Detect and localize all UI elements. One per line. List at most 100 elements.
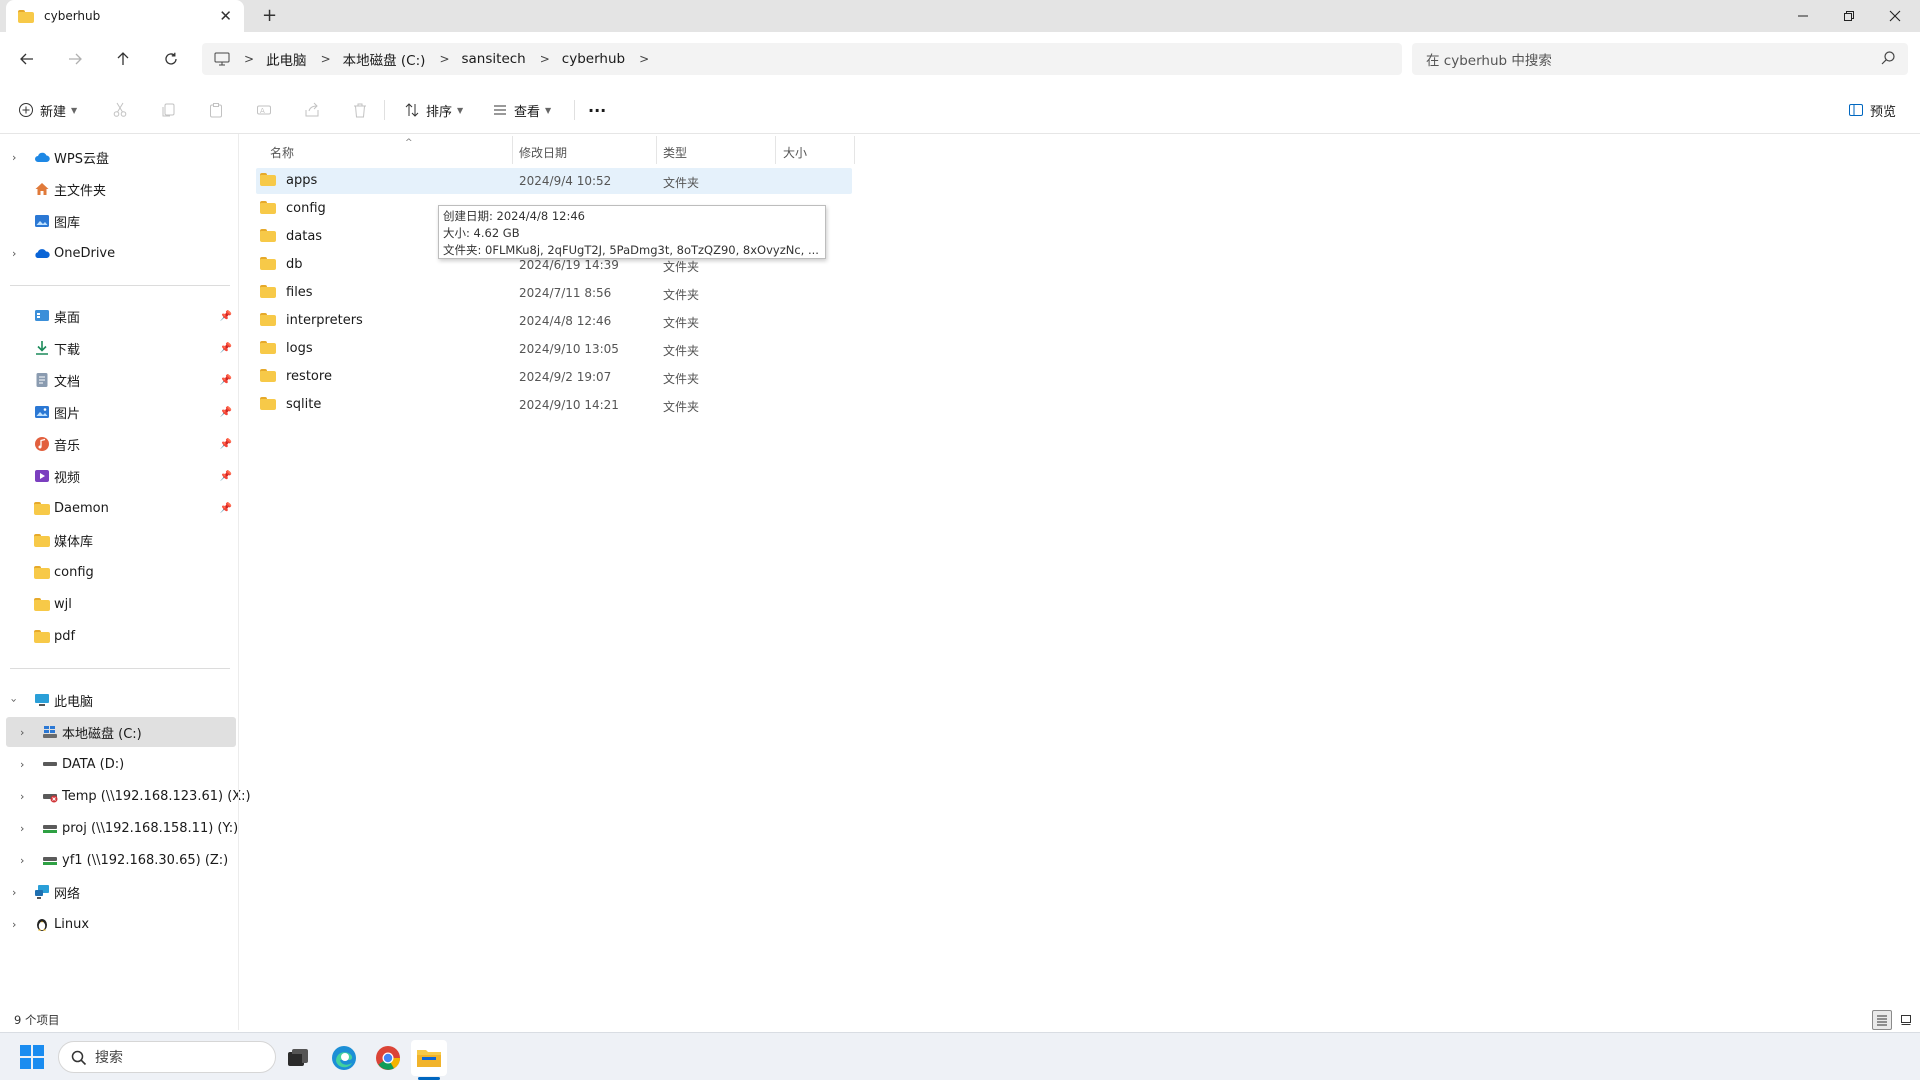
sidebar-item-pdf[interactable]: pdf [6,621,236,651]
file-row-logs[interactable]: logs 2024/9/10 13:05 文件夹 [256,336,852,362]
file-row-files[interactable]: files 2024/7/11 8:56 文件夹 [256,280,852,306]
sidebar-item-music[interactable]: 音乐 📌 [6,429,236,459]
column-header-name[interactable]: ^ 名称 [270,138,498,164]
arrow-right-icon [69,53,82,65]
chevron-right-icon[interactable]: > [639,52,649,66]
close-window-button[interactable] [1872,3,1918,29]
task-view-button[interactable] [280,1040,316,1076]
rename-button[interactable]: A [256,98,272,122]
address-bar[interactable]: > 此电脑 > 本地磁盘 (C:) > sansitech > cyberhub… [202,43,1402,75]
sidebar-item-drive-y[interactable]: › proj (\\192.168.158.11) (Y:) [6,813,238,843]
pin-icon[interactable]: 📌 [220,471,232,482]
chevron-right-icon[interactable]: › [12,247,16,260]
sidebar-item-pictures[interactable]: 图片 📌 [6,397,236,427]
sidebar-item-drive-z[interactable]: › yf1 (\\192.168.30.65) (Z:) [6,845,236,875]
breadcrumb-cyberhub[interactable]: cyberhub [562,51,625,67]
sidebar-item-network[interactable]: › 网络 [6,877,236,907]
taskbar-search[interactable]: 搜索 [58,1041,276,1073]
sidebar-item-onedrive[interactable]: › OneDrive [6,238,236,268]
new-button[interactable]: 新建 ▼ [18,98,77,122]
sidebar-item-documents[interactable]: 文档 📌 [6,365,236,395]
sort-button[interactable]: 排序 ▼ [404,98,463,122]
column-divider[interactable] [656,136,657,164]
sidebar-item-drive-d[interactable]: › DATA (D:) [6,749,236,779]
breadcrumb-local-disk[interactable]: 本地磁盘 (C:) [343,49,426,69]
chevron-right-icon[interactable]: > [321,52,331,66]
column-divider[interactable] [775,136,776,164]
chevron-right-icon[interactable]: › [12,151,16,164]
copy-icon [162,103,175,117]
delete-button[interactable] [352,98,368,122]
refresh-button[interactable] [158,46,184,72]
more-options-button[interactable]: ··· [588,98,606,122]
chevron-right-icon[interactable]: > [540,52,550,66]
pane-divider[interactable] [238,134,239,1030]
sidebar-item-desktop[interactable]: 桌面 📌 [6,301,236,331]
forward-button[interactable] [62,46,88,72]
chrome-app[interactable] [370,1040,406,1076]
sidebar-item-gallery[interactable]: 图库 [6,206,236,236]
pin-icon[interactable]: 📌 [220,439,232,450]
tab-close-button[interactable]: ✕ [219,7,232,25]
file-row-restore[interactable]: restore 2024/9/2 19:07 文件夹 [256,364,852,390]
sidebar-item-linux[interactable]: › Linux [6,909,236,939]
chevron-down-icon[interactable]: › [8,698,21,702]
share-button[interactable] [304,98,320,122]
sidebar-item-wps-cloud[interactable]: › WPS云盘 [6,142,236,172]
sidebar-item-label: Daemon [54,500,109,516]
sidebar-item-daemon[interactable]: Daemon 📌 [6,493,236,523]
tab-cyberhub[interactable]: cyberhub ✕ [6,0,244,32]
file-row-apps[interactable]: apps 2024/9/4 10:52 文件夹 [256,168,852,194]
sidebar-item-videos[interactable]: 视频 📌 [6,461,236,491]
sidebar-item-config[interactable]: config [6,557,236,587]
pin-icon[interactable]: 📌 [220,311,232,322]
pin-icon[interactable]: 📌 [220,407,232,418]
new-tab-button[interactable]: + [262,5,277,26]
chevron-right-icon[interactable]: › [20,854,24,867]
column-header-type[interactable]: 类型 [663,140,775,164]
chevron-right-icon[interactable]: > [439,52,449,66]
sidebar-item-downloads[interactable]: 下载 📌 [6,333,236,363]
chevron-right-icon[interactable]: › [20,790,24,803]
file-explorer-icon [417,1050,441,1067]
file-date: 2024/9/10 13:05 [519,342,619,356]
sidebar-item-media-library[interactable]: 媒体库 [6,525,236,555]
chevron-right-icon[interactable]: › [20,758,24,771]
up-button[interactable] [110,46,136,72]
sidebar-item-drive-x[interactable]: › Temp (\\192.168.123.61) (X:) [6,781,251,811]
sidebar-item-this-pc[interactable]: › 此电脑 [6,685,236,715]
breadcrumb-sansitech[interactable]: sansitech [462,51,526,67]
pin-icon[interactable]: 📌 [220,375,232,386]
pin-icon[interactable]: 📌 [220,343,232,354]
copy-button[interactable] [160,98,176,122]
pin-icon[interactable]: 📌 [220,503,232,514]
search-input[interactable]: 在 cyberhub 中搜索 [1412,43,1908,75]
start-button[interactable] [20,1045,44,1069]
column-divider[interactable] [512,136,513,164]
column-header-modified[interactable]: 修改日期 [519,140,657,164]
preview-pane-button[interactable]: 预览 [1848,98,1896,122]
file-row-sqlite[interactable]: sqlite 2024/9/10 14:21 文件夹 [256,392,852,418]
sidebar-item-wjl[interactable]: wjl [6,589,236,619]
tiles-view-button[interactable] [1896,1010,1916,1030]
restore-button[interactable] [1826,3,1872,29]
cut-button[interactable] [112,98,128,122]
chevron-right-icon[interactable]: › [12,918,16,931]
chevron-right-icon[interactable]: › [12,886,16,899]
details-view-button[interactable] [1872,1010,1892,1030]
column-divider[interactable] [854,136,855,164]
file-name: restore [286,369,332,384]
chevron-right-icon[interactable]: › [20,822,24,835]
column-header-size[interactable]: 大小 [783,140,853,164]
sidebar-item-home[interactable]: 主文件夹 [6,174,236,204]
chevron-right-icon[interactable]: › [20,726,24,739]
minimize-button[interactable] [1780,3,1826,29]
file-explorer-app[interactable] [411,1040,447,1076]
paste-button[interactable] [208,98,224,122]
view-button[interactable]: 查看 ▼ [492,98,551,122]
file-row-interpreters[interactable]: interpreters 2024/4/8 12:46 文件夹 [256,308,852,334]
breadcrumb-this-pc[interactable]: 此电脑 [266,49,307,69]
sidebar-item-drive-c[interactable]: › 本地磁盘 (C:) [6,717,236,747]
edge-app[interactable] [326,1040,362,1076]
back-button[interactable] [14,46,40,72]
